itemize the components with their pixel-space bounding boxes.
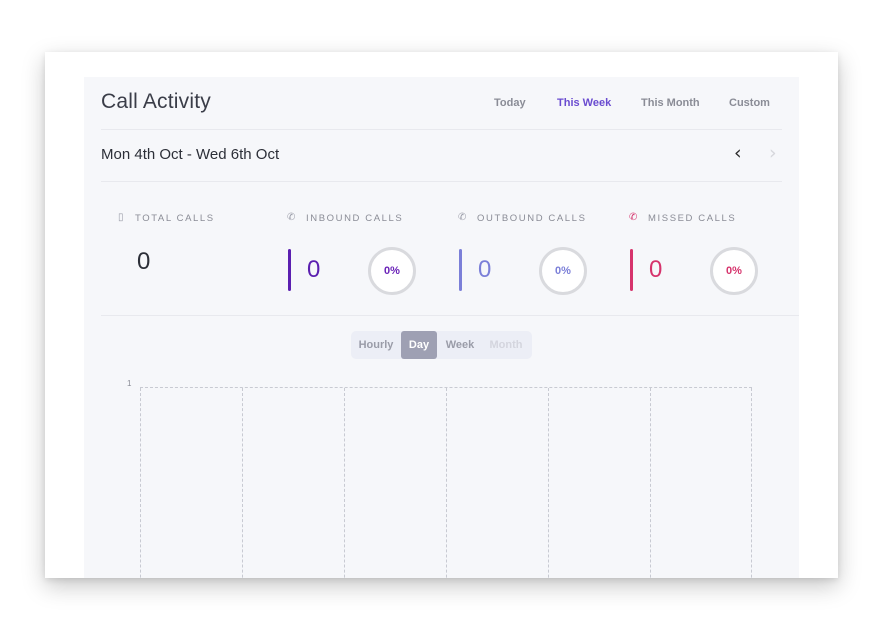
phone-missed-icon: ✆: [629, 212, 638, 223]
inbound-percent: 0%: [384, 265, 400, 277]
missed-calls-value: 0: [649, 256, 663, 283]
chart-grid: [140, 387, 752, 578]
grid-line: [140, 388, 141, 578]
call-activity-card: Call Activity Today This Week This Month…: [45, 52, 838, 578]
phone-icon: ✆: [458, 212, 467, 223]
range-divider: [101, 181, 782, 182]
grid-line: [650, 388, 651, 578]
period-tabs: Today This Week This Month Custom: [84, 97, 799, 113]
tab-custom[interactable]: Custom: [729, 97, 770, 109]
grid-line: [344, 388, 345, 578]
inbound-percent-ring: 0%: [368, 247, 416, 295]
tab-this-week[interactable]: This Week: [557, 97, 611, 109]
chevron-right-icon[interactable]: ›: [769, 143, 777, 163]
month-button[interactable]: Month: [483, 331, 529, 359]
hourly-button[interactable]: Hourly: [351, 331, 401, 359]
grid-line: [751, 388, 752, 578]
outbound-accent-bar: [459, 249, 462, 291]
header-divider: [101, 129, 782, 130]
inbound-calls-label: INBOUND CALLS: [306, 213, 404, 224]
outbound-percent-ring: 0%: [539, 247, 587, 295]
tab-this-month[interactable]: This Month: [641, 97, 700, 109]
total-calls-label: TOTAL CALLS: [135, 213, 215, 224]
inbound-accent-bar: [288, 249, 291, 291]
phone-device-icon: ▯: [118, 212, 124, 223]
chevron-left-icon[interactable]: ‹: [734, 143, 742, 163]
outbound-calls-label: OUTBOUND CALLS: [477, 213, 587, 224]
grid-line: [446, 388, 447, 578]
grid-line: [242, 388, 243, 578]
outbound-percent: 0%: [555, 265, 571, 277]
date-range-label: Mon 4th Oct - Wed 6th Oct: [101, 146, 280, 163]
missed-accent-bar: [630, 249, 633, 291]
missed-calls-label: MISSED CALLS: [648, 213, 737, 224]
stats-divider: [101, 315, 799, 316]
call-activity-panel: Call Activity Today This Week This Month…: [84, 77, 799, 578]
missed-percent: 0%: [726, 265, 742, 277]
outbound-calls-value: 0: [478, 256, 492, 283]
granularity-toggle: Hourly Day Week Month: [351, 331, 532, 359]
missed-percent-ring: 0%: [710, 247, 758, 295]
day-button[interactable]: Day: [401, 331, 437, 359]
total-calls-value: 0: [137, 248, 151, 275]
week-button[interactable]: Week: [437, 331, 483, 359]
y-axis-tick-label: 1: [127, 379, 132, 388]
grid-line: [548, 388, 549, 578]
inbound-calls-value: 0: [307, 256, 321, 283]
phone-icon: ✆: [287, 212, 296, 223]
tab-today[interactable]: Today: [494, 97, 526, 109]
